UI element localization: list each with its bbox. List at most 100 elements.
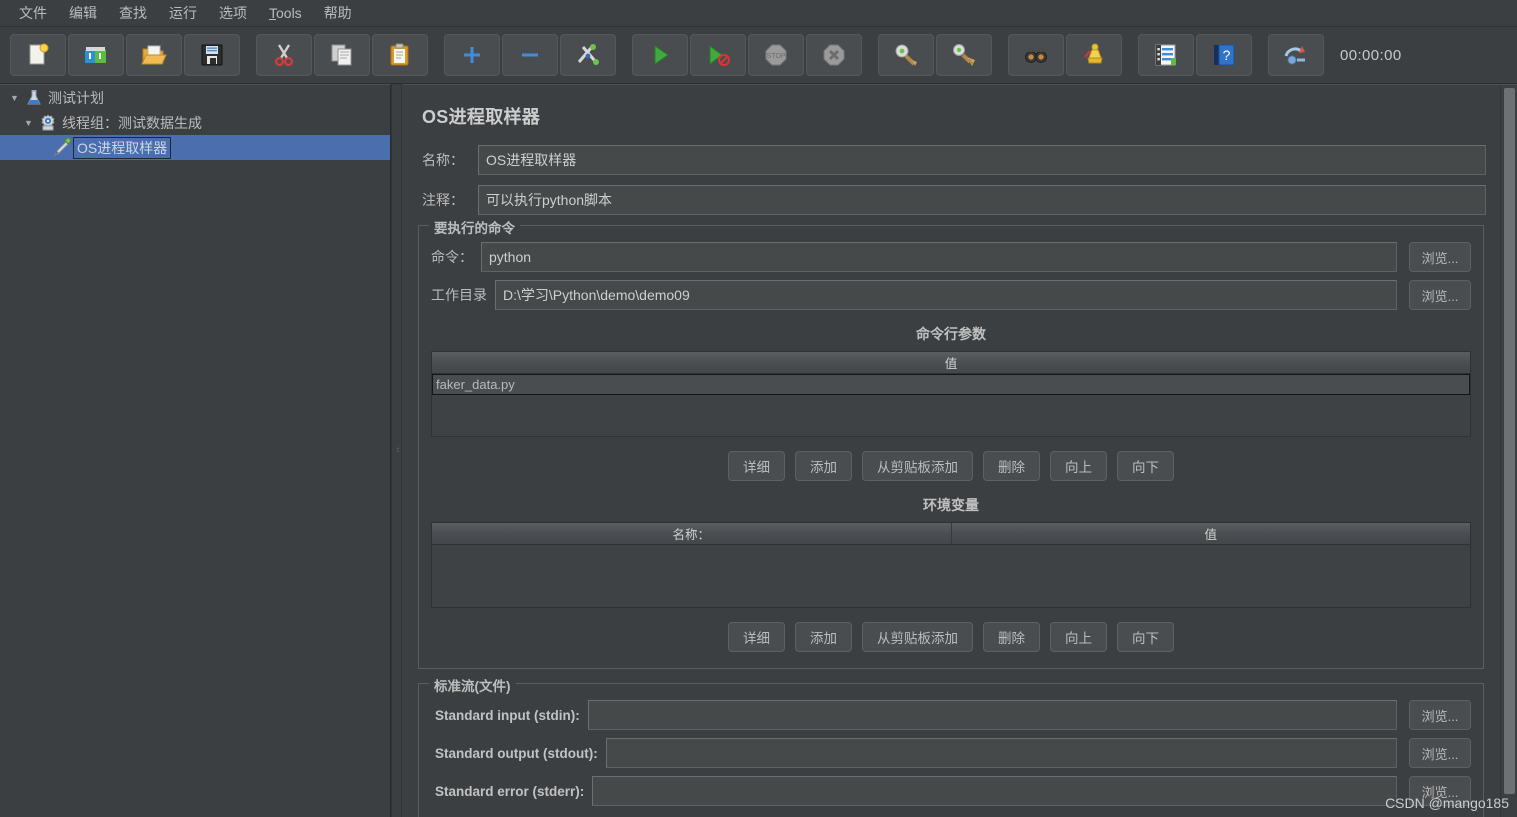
function-helper-button[interactable]	[1138, 34, 1194, 76]
environment-caption: 环境变量	[923, 497, 979, 513]
stdin-browse-button[interactable]: 浏览...	[1409, 700, 1471, 730]
menu-item-run[interactable]: 运行	[158, 0, 208, 27]
menu-item-edit[interactable]: 编辑	[58, 0, 108, 27]
start-button[interactable]	[632, 34, 688, 76]
standard-streams-group-title: 标准流(文件)	[429, 675, 516, 695]
split-divider[interactable]: ⋮⋮⋮⋮⋮	[391, 84, 402, 817]
environment-column-name[interactable]: 名称：	[432, 523, 952, 544]
workdir-browse-button[interactable]: 浏览...	[1409, 280, 1471, 310]
command-group-title: 要执行的命令	[429, 217, 520, 237]
command-group: 要执行的命令 命令： python 浏览... 工作目录 D:\学习\Pytho…	[418, 217, 1484, 669]
stdout-browse-button[interactable]: 浏览...	[1409, 738, 1471, 768]
elapsed-timer: 00:00:00	[1340, 46, 1402, 64]
sampler-config-pane: OS进程取样器 名称： OS进程取样器 注释： 可以执行python脚本 要执行…	[402, 84, 1517, 817]
environment-add-from-clipboard-button[interactable]: 从剪贴板添加	[862, 622, 973, 652]
toolbar: STOP ? 00:00:00	[0, 27, 1517, 84]
clear-icon	[895, 44, 917, 66]
menu-item-file[interactable]: 文件	[8, 0, 58, 27]
expand-all-button[interactable]	[444, 34, 500, 76]
stdout-label: Standard output (stdout):	[435, 745, 598, 761]
command-browse-button[interactable]: 浏览...	[1409, 242, 1471, 272]
environment-table-body[interactable]	[432, 545, 1470, 607]
environment-delete-button[interactable]: 删除	[983, 622, 1040, 652]
menu-item-tools[interactable]: Tools	[258, 1, 313, 25]
environment-add-button[interactable]: 添加	[795, 622, 852, 652]
arguments-move-down-button[interactable]: 向下	[1117, 451, 1174, 481]
cut-button[interactable]	[256, 34, 312, 76]
arguments-add-button[interactable]: 添加	[795, 451, 852, 481]
arguments-cell-value: faker_data.py	[436, 377, 515, 392]
start-icon	[654, 45, 669, 65]
chevron-down-icon[interactable]: ▼	[20, 118, 37, 128]
paste-button[interactable]	[372, 34, 428, 76]
tree-node-label: 线程组：测试数据生成	[62, 114, 202, 131]
help-icon: ?	[1214, 44, 1235, 66]
arguments-add-from-clipboard-button[interactable]: 从剪贴板添加	[862, 451, 973, 481]
vertical-scrollbar[interactable]	[1500, 85, 1517, 817]
test-plan-tree[interactable]: ▼ 测试计划 ▼ 线程组：测试数据生成 OS进程取样器	[0, 84, 391, 817]
undo-button[interactable]	[1268, 34, 1324, 76]
clear-button[interactable]	[878, 34, 934, 76]
tree-node-thread-group[interactable]: ▼ 线程组：测试数据生成	[0, 110, 390, 135]
tree-node-os-process-sampler[interactable]: OS进程取样器	[0, 135, 390, 160]
arguments-move-up-button[interactable]: 向上	[1050, 451, 1107, 481]
arguments-table[interactable]: 值 faker_data.py	[431, 351, 1471, 437]
arguments-detail-button[interactable]: 详细	[728, 451, 785, 481]
arguments-delete-button[interactable]: 删除	[983, 451, 1040, 481]
table-row[interactable]: faker_data.py	[432, 374, 1470, 395]
environment-detail-button[interactable]: 详细	[728, 622, 785, 652]
environment-move-down-button[interactable]: 向下	[1117, 622, 1174, 652]
arguments-caption: 命令行参数	[916, 326, 986, 342]
vertical-scrollbar-thumb[interactable]	[1504, 88, 1515, 794]
stop-button[interactable]: STOP	[748, 34, 804, 76]
templates-button[interactable]	[68, 34, 124, 76]
shutdown-icon	[823, 44, 845, 66]
search-button[interactable]	[1008, 34, 1064, 76]
open-button[interactable]	[126, 34, 182, 76]
toggle-button[interactable]	[560, 34, 616, 76]
main-split-pane: ▼ 测试计划 ▼ 线程组：测试数据生成 OS进程取样器 ⋮ OS进程取样器 名称…	[0, 84, 1517, 817]
page-title: OS进程取样器	[422, 107, 541, 127]
new-test-plan-icon	[29, 43, 49, 65]
tree-node-label: OS进程取样器	[73, 136, 172, 159]
paste-icon	[390, 43, 409, 66]
menu-item-help[interactable]: 帮助	[313, 0, 363, 27]
menu-item-search[interactable]: 查找	[108, 0, 158, 27]
expand-all-icon	[464, 47, 480, 63]
stdout-input[interactable]	[605, 738, 1397, 768]
reset-search-button[interactable]	[1066, 34, 1122, 76]
test-plan-icon	[23, 88, 45, 108]
thread-group-icon	[37, 113, 59, 133]
command-input[interactable]: python	[481, 242, 1397, 272]
sampler-config-scroll: OS进程取样器 名称： OS进程取样器 注释： 可以执行python脚本 要执行…	[402, 85, 1500, 817]
svg-text:STOP: STOP	[767, 53, 786, 60]
shutdown-button[interactable]	[806, 34, 862, 76]
environment-table[interactable]: 名称： 值	[431, 522, 1471, 608]
name-row: 名称： OS进程取样器	[416, 145, 1486, 175]
clear-all-button[interactable]	[936, 34, 992, 76]
tree-node-test-plan[interactable]: ▼ 测试计划	[0, 85, 390, 110]
workdir-input[interactable]: D:\学习\Python\demo\demo09	[495, 280, 1397, 310]
environment-move-up-button[interactable]: 向上	[1050, 622, 1107, 652]
standard-streams-group: 标准流(文件) Standard input (stdin): 浏览... St…	[418, 675, 1484, 817]
stdout-row: Standard output (stdout): 浏览...	[431, 738, 1471, 768]
copy-button[interactable]	[314, 34, 370, 76]
name-input[interactable]: OS进程取样器	[478, 145, 1486, 175]
cut-icon	[274, 44, 294, 67]
comment-input[interactable]: 可以执行python脚本	[478, 185, 1486, 215]
stdin-input[interactable]	[587, 700, 1397, 730]
stderr-browse-button[interactable]: 浏览...	[1409, 776, 1471, 806]
collapse-all-button[interactable]	[502, 34, 558, 76]
clear-all-icon	[953, 44, 975, 66]
stderr-input[interactable]	[592, 776, 1397, 806]
save-button[interactable]	[184, 34, 240, 76]
new-test-plan-button[interactable]	[10, 34, 66, 76]
menu-item-options[interactable]: 选项	[208, 0, 258, 27]
arguments-column-value[interactable]: 值	[432, 352, 1470, 373]
arguments-table-body[interactable]: faker_data.py	[432, 374, 1470, 436]
environment-button-row: 详细 添加 从剪贴板添加 删除 向上 向下	[431, 622, 1471, 652]
environment-column-value[interactable]: 值	[952, 523, 1471, 544]
chevron-down-icon[interactable]: ▼	[6, 93, 23, 103]
help-button[interactable]: ?	[1196, 34, 1252, 76]
start-no-pauses-button[interactable]	[690, 34, 746, 76]
